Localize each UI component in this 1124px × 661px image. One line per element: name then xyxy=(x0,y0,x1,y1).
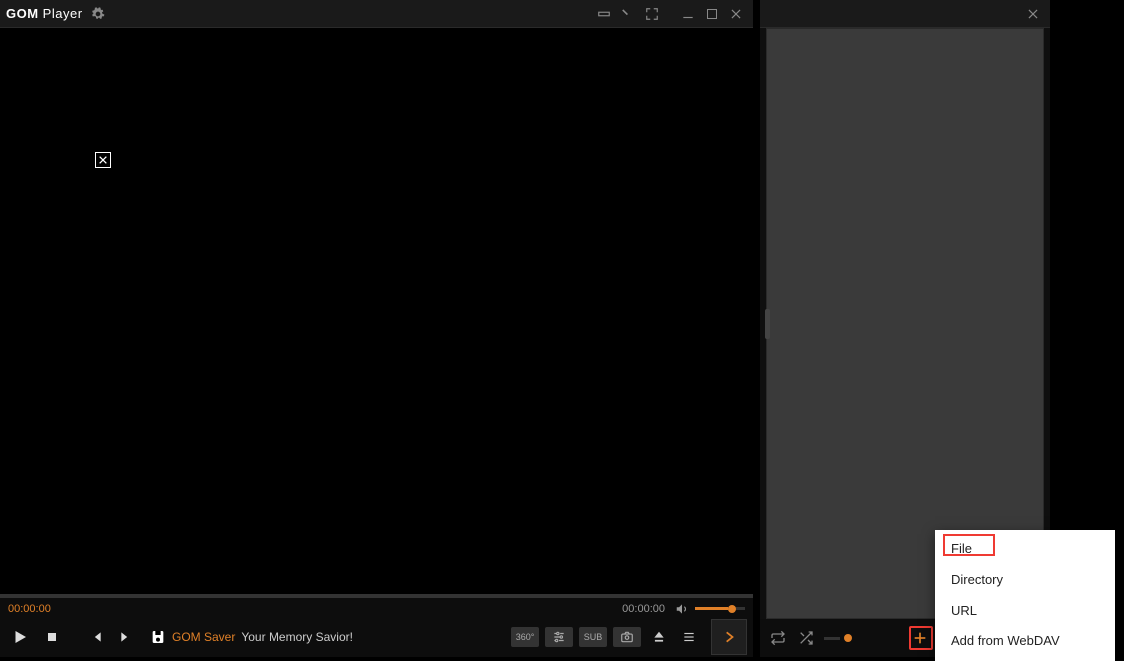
resize-grip[interactable] xyxy=(765,309,770,339)
eject-button[interactable] xyxy=(647,625,671,649)
volume-bar[interactable] xyxy=(695,607,745,610)
prev-button[interactable] xyxy=(84,625,108,649)
time-row: 00:00:00 00:00:00 xyxy=(0,598,753,616)
controls-panel: 00:00:00 00:00:00 GOM Saver Your Memory … xyxy=(0,594,753,657)
360-button[interactable]: 360° xyxy=(511,627,539,647)
repeat-button[interactable] xyxy=(768,628,788,648)
video-area[interactable] xyxy=(0,28,753,594)
screenshot-button[interactable] xyxy=(613,627,641,647)
control-panel-button[interactable] xyxy=(545,627,573,647)
player-window: GOM Player 00:00:00 00:00:00 xyxy=(0,0,753,657)
sub-button[interactable]: SUB xyxy=(579,627,607,647)
control-row: GOM Saver Your Memory Savior! 360° SUB xyxy=(0,616,753,657)
current-time: 00:00:00 xyxy=(8,603,51,615)
add-button[interactable] xyxy=(910,628,930,648)
broken-image-icon xyxy=(95,152,111,168)
ad-banner[interactable]: GOM Saver Your Memory Savior! xyxy=(144,629,505,645)
compact-mode-icon[interactable] xyxy=(593,4,615,24)
open-panel-button[interactable] xyxy=(711,619,747,655)
menu-button[interactable] xyxy=(677,625,701,649)
add-context-menu: File Directory URL Add from WebDAV xyxy=(935,530,1115,661)
seek-bar[interactable] xyxy=(0,594,753,598)
playlist-title-bar[interactable] xyxy=(760,0,1050,28)
play-button[interactable] xyxy=(6,625,34,649)
fullscreen-icon[interactable] xyxy=(641,4,663,24)
next-button[interactable] xyxy=(114,625,138,649)
title-bar[interactable]: GOM Player xyxy=(0,0,753,28)
shuffle-button[interactable] xyxy=(796,628,816,648)
pin-icon[interactable] xyxy=(617,4,639,24)
ad-brand: GOM Saver xyxy=(172,630,235,644)
title-right xyxy=(593,4,747,24)
close-icon[interactable] xyxy=(725,4,747,24)
menu-item-webdav[interactable]: Add from WebDAV xyxy=(935,626,1115,657)
title-left: GOM Player xyxy=(6,6,105,21)
speed-slider[interactable] xyxy=(824,634,852,642)
volume-control[interactable] xyxy=(675,602,745,616)
app-logo: GOM Player xyxy=(6,6,83,21)
speaker-icon[interactable] xyxy=(675,602,689,616)
total-time: 00:00:00 xyxy=(622,603,665,615)
minimize-icon[interactable] xyxy=(677,4,699,24)
stop-button[interactable] xyxy=(40,625,64,649)
save-icon xyxy=(150,629,166,645)
menu-item-url[interactable]: URL xyxy=(935,596,1115,627)
menu-item-file[interactable]: File xyxy=(935,534,1115,565)
menu-item-directory[interactable]: Directory xyxy=(935,565,1115,596)
time-right: 00:00:00 xyxy=(622,602,745,616)
gear-icon[interactable] xyxy=(91,7,105,21)
playlist-close-icon[interactable] xyxy=(1022,4,1044,24)
maximize-icon[interactable] xyxy=(701,4,723,24)
ad-tagline: Your Memory Savior! xyxy=(241,630,353,644)
